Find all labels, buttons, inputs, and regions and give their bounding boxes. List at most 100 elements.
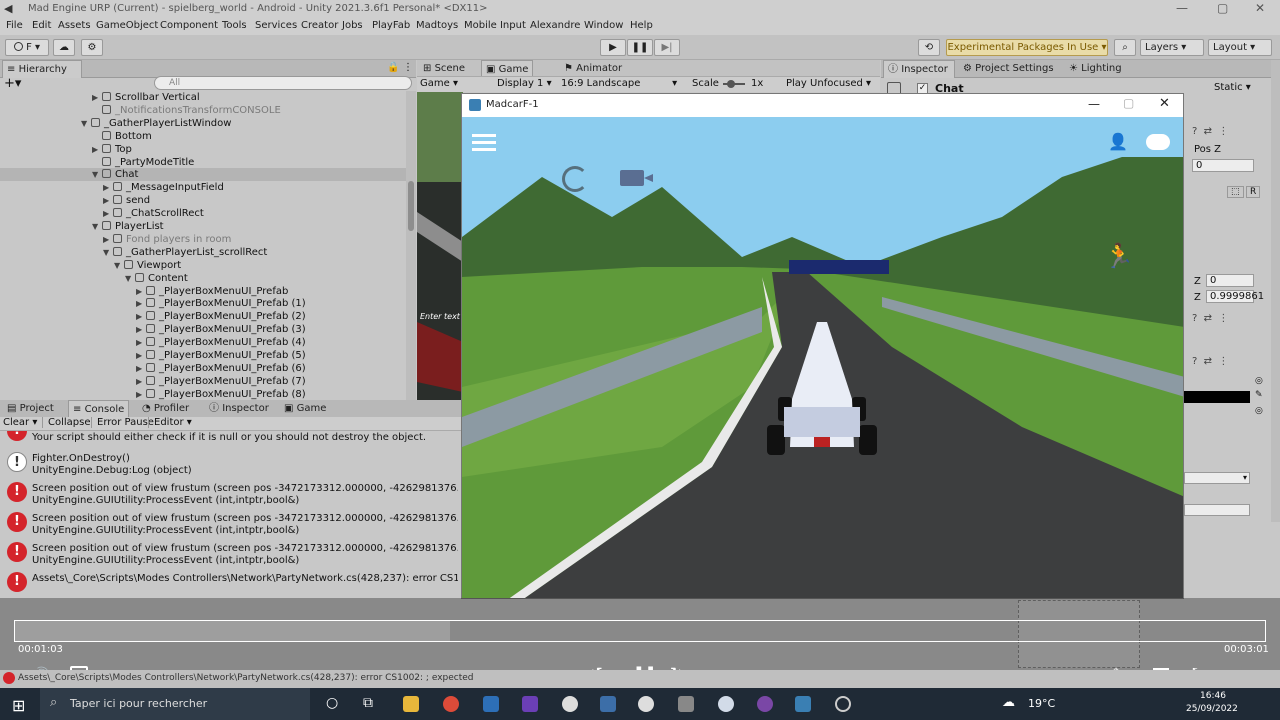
game-minimize-icon[interactable]: — [1088,97,1100,111]
menu-item-assets[interactable]: Assets [58,20,91,31]
menu-item-playfab[interactable]: PlayFab [372,20,410,31]
expand-arrow-icon[interactable]: ▶ [92,91,102,104]
hierarchy-item[interactable]: ▼ PlayerList [0,220,406,233]
blueprint-button[interactable]: ⬚ [1227,186,1244,198]
clear-button[interactable]: Clear ▾ [3,417,37,428]
material-target-icon[interactable]: ◎ [1255,406,1263,416]
collapse-button[interactable]: Collapse [42,417,91,428]
visual-studio-icon[interactable] [522,696,538,712]
inspector-scrollbar[interactable] [1271,60,1280,522]
windows-start-icon[interactable]: ⊞ [12,696,25,715]
cortana-icon[interactable]: ○ [326,695,338,711]
menu-item-file[interactable]: File [6,20,23,31]
hierarchy-item[interactable]: ▶ Scrollbar Vertical [0,91,406,104]
collab-icon[interactable]: ⚙ [81,39,103,56]
maximize-icon[interactable]: ▢ [1217,1,1228,15]
settings-icon[interactable] [835,696,851,712]
hierarchy-item[interactable]: ▼ _GatherPlayerList_scrollRect [0,246,406,259]
expand-arrow-icon[interactable]: ▼ [92,168,102,181]
menu-item-edit[interactable]: Edit [32,20,51,31]
madcar-app-icon[interactable] [795,696,811,712]
scale-z-field[interactable]: 0 [1206,274,1254,287]
native-size-button[interactable] [1184,504,1250,516]
sprite-target-icon[interactable]: ◎ [1255,376,1263,386]
play-button[interactable]: ▶ [600,39,626,56]
hierarchy-item[interactable]: ▶ _PlayerBoxMenuUI_Prefab (8) [0,388,406,400]
video-progress-track[interactable] [14,620,1266,642]
tab-project-settings[interactable]: ⚙ Project Settings [959,60,1058,78]
play-mode-dropdown[interactable]: Play Unfocused ▾ [786,78,871,89]
lock-icon[interactable]: 🔒 [387,62,399,73]
calculator-icon[interactable] [678,696,694,712]
search-icon[interactable]: ⌕ [1114,39,1136,56]
hierarchy-item[interactable]: ▶ _PlayerBoxMenuUI_Prefab (6) [0,362,406,375]
image-type-dropdown[interactable]: ▾ [1184,472,1250,484]
expand-arrow-icon[interactable]: ▼ [125,272,135,285]
expand-arrow-icon[interactable]: ▶ [136,349,146,362]
layout-dropdown[interactable]: Layout ▾ [1208,39,1272,56]
display-mode-dropdown[interactable]: Game ▾ [420,78,458,89]
hierarchy-item[interactable]: ▶ _PlayerBoxMenuUI_Prefab (2) [0,310,406,323]
eyedropper-icon[interactable]: ✎ [1255,390,1263,400]
history-icon[interactable]: ⟲ [918,39,940,56]
defender-icon[interactable] [483,696,499,712]
hierarchy-item[interactable]: Bottom [0,130,406,143]
console-entry[interactable]: ! Fighter.OnDestroy() UnityEngine.Debug:Lo… [0,450,460,480]
expand-arrow-icon[interactable]: ▶ [103,233,113,246]
expand-arrow-icon[interactable]: ▶ [136,285,146,298]
hierarchy-item[interactable]: ▶ Fond players in room [0,233,406,246]
hierarchy-item[interactable]: ▶ _MessageInputField [0,181,406,194]
color-swatch[interactable] [1184,391,1250,403]
tab-game[interactable]: ▣ Game [280,400,330,418]
pos-z-field[interactable]: 0 [1192,159,1254,172]
layers-dropdown[interactable]: Layers ▾ [1140,39,1204,56]
expand-arrow-icon[interactable]: ▶ [136,375,146,388]
game-close-icon[interactable]: ✕ [1159,96,1170,111]
paint-icon[interactable] [718,696,734,712]
step-button[interactable]: ▶| [654,39,680,56]
tab-inspector[interactable]: ⓘ Inspector [205,400,273,418]
experimental-packages-dropdown[interactable]: Experimental Packages In Use ▾ [946,39,1108,56]
scale-slider-thumb[interactable] [727,80,735,88]
expand-arrow-icon[interactable]: ▶ [136,310,146,323]
unity-icon[interactable] [638,696,654,712]
menu-item-help[interactable]: Help [630,20,653,31]
expand-arrow-icon[interactable]: ▶ [103,181,113,194]
console-entry[interactable]: ! Assets\_Core\Scripts\Modes Controllers\… [0,570,460,598]
hierarchy-scrollbar[interactable] [406,91,416,400]
chat-icon[interactable] [1146,134,1170,150]
expand-arrow-icon[interactable]: ▶ [136,323,146,336]
file-explorer-icon[interactable] [403,696,419,712]
close-icon[interactable]: ✕ [1255,1,1265,15]
minimize-icon[interactable]: — [1176,1,1188,15]
taskbar-search-input[interactable]: ⌕ Taper ici pour rechercher [40,688,310,720]
hierarchy-item[interactable]: ▼ _GatherPlayerListWindow [0,117,406,130]
console-entry[interactable]: ! Screen position out of view frustum (sc… [0,510,460,540]
expand-arrow-icon[interactable]: ▼ [92,220,102,233]
profile-icon[interactable]: 👤 [1108,132,1128,151]
hierarchy-item[interactable]: _PartyModeTitle [0,156,406,169]
transform-settings-icons[interactable]: ? ⇄ ⋮ [1192,126,1228,137]
hierarchy-item[interactable]: ▼ Viewport [0,259,406,272]
display-dropdown[interactable]: Display 1 ▾ [497,78,552,89]
chrome-icon[interactable] [443,696,459,712]
menu-item-gameobject[interactable]: GameObject [96,20,158,31]
hierarchy-item[interactable]: ▶ _PlayerBoxMenuUI_Prefab (7) [0,375,406,388]
hierarchy-item[interactable]: ▶ Top [0,143,406,156]
menu-item-creator[interactable]: Creator [301,20,338,31]
browser-icon[interactable] [757,696,773,712]
menu-item-alexandre[interactable]: Alexandre [530,20,580,31]
hierarchy-item[interactable]: ▼ Chat [0,168,406,182]
expand-arrow-icon[interactable]: ▶ [103,207,113,220]
expand-arrow-icon[interactable]: ▼ [81,117,91,130]
console-entry[interactable]: ! Screen position out of view frustum (sc… [0,540,460,570]
hierarchy-item[interactable]: _NotificationsTransformCONSOLE [0,104,406,117]
static-toggle[interactable]: Static ▾ [1214,82,1251,93]
tab-project[interactable]: ▤ Project [3,400,58,418]
pause-button[interactable]: ❚❚ [627,39,653,56]
aspect-dropdown[interactable]: 16:9 Landscape ▾ [561,78,677,89]
console-entry[interactable]: ! Screen position out of view frustum (sc… [0,480,460,510]
menu-dots-icon[interactable]: ⋮ [403,62,413,73]
cloud-icon[interactable]: ☁ [53,39,75,56]
menu-item-madtoys[interactable]: Madtoys [416,20,458,31]
